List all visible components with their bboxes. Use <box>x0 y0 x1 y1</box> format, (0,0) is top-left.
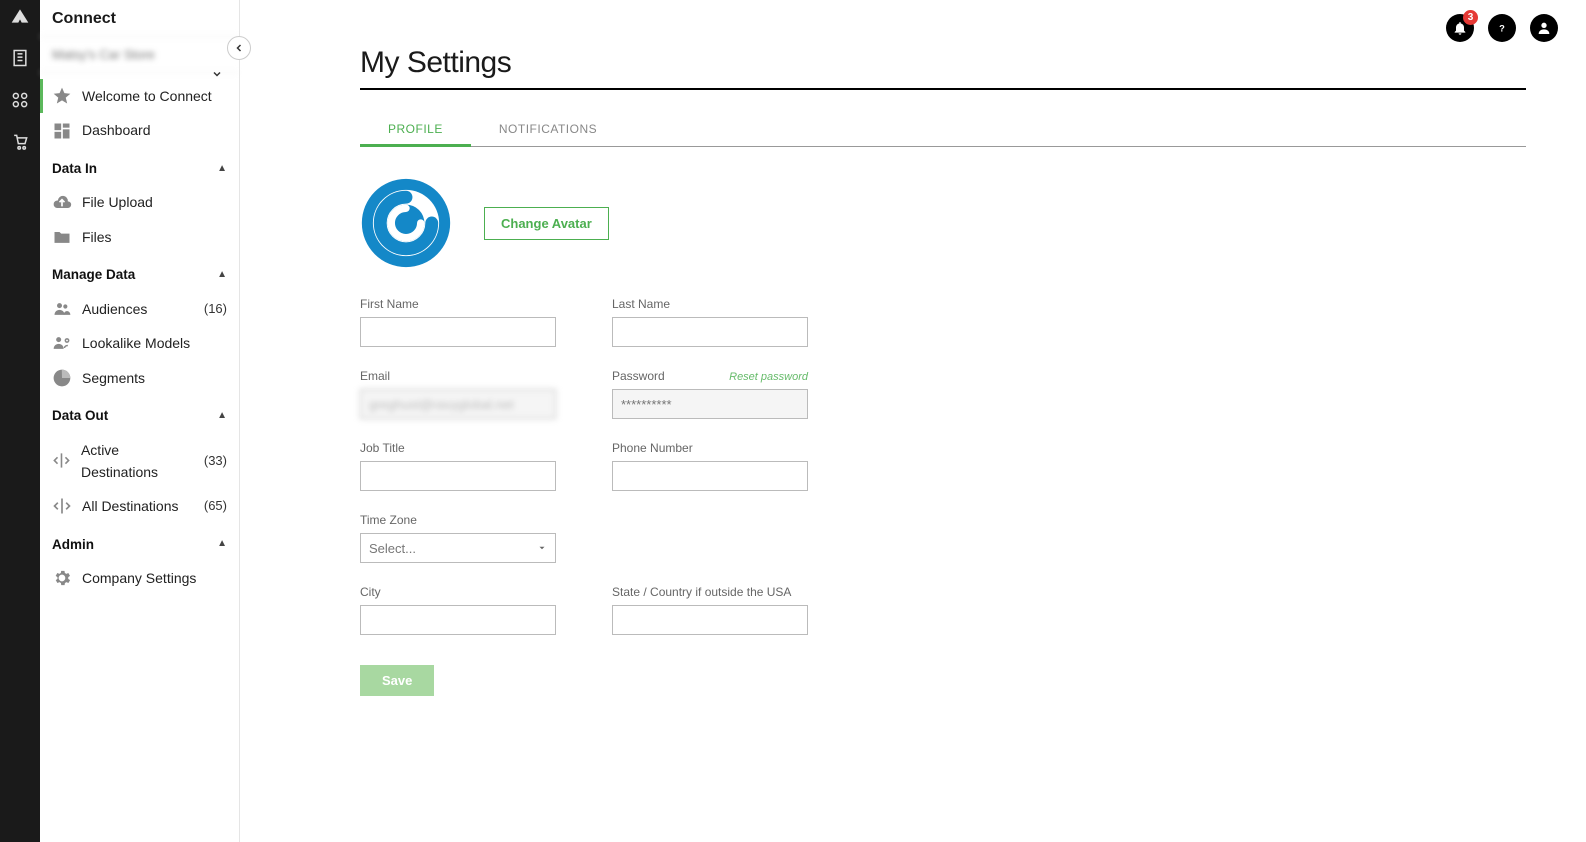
notification-badge: 3 <box>1463 10 1478 25</box>
password-label: Password <box>612 369 665 383</box>
count-badge: (33) <box>204 451 227 472</box>
last-name-input[interactable] <box>612 317 808 347</box>
collapse-sidebar-button[interactable] <box>227 36 251 60</box>
nav-header-data-out[interactable]: Data Out ▲ <box>40 395 239 433</box>
chevron-up-icon: ▲ <box>217 267 227 283</box>
sidebar-item-label: File Upload <box>82 191 153 213</box>
sidebar-item-label: Company Settings <box>82 567 196 589</box>
timezone-select[interactable]: Select... <box>360 533 556 563</box>
change-avatar-button[interactable]: Change Avatar <box>484 207 609 240</box>
svg-text:?: ? <box>1499 23 1505 33</box>
star-icon <box>52 86 72 106</box>
people-icon <box>52 299 72 319</box>
nav-header-manage-data[interactable]: Manage Data ▲ <box>40 254 239 292</box>
sidebar-item-active-destinations[interactable]: Active Destinations (33) <box>40 433 239 490</box>
job-title-label: Job Title <box>360 441 556 455</box>
sidebar-item-files[interactable]: Files <box>40 220 239 254</box>
sidebar-item-file-upload[interactable]: File Upload <box>40 185 239 219</box>
left-rail <box>0 0 40 842</box>
logo-icon[interactable] <box>8 4 32 28</box>
city-input[interactable] <box>360 605 556 635</box>
phone-input[interactable] <box>612 461 808 491</box>
state-input[interactable] <box>612 605 808 635</box>
first-name-input[interactable] <box>360 317 556 347</box>
notifications-button[interactable]: 3 <box>1446 14 1474 42</box>
cloud-upload-icon <box>52 193 72 213</box>
sidebar-item-label: Files <box>82 226 112 248</box>
apps-icon[interactable] <box>8 88 32 112</box>
main: 3 ? My Settings PROFILE NOTIFICATIONS <box>240 0 1586 842</box>
chevron-down-icon <box>211 68 223 80</box>
org-selector[interactable]: Matsy's Car Store <box>40 36 239 73</box>
sidebar-item-audiences[interactable]: Audiences (16) <box>40 292 239 326</box>
city-label: City <box>360 585 556 599</box>
org-name: Matsy's Car Store <box>52 47 155 62</box>
avatar <box>360 177 452 269</box>
destinations-icon <box>52 496 72 516</box>
sidebar-item-all-destinations[interactable]: All Destinations (65) <box>40 489 239 523</box>
profile-form: First Name Last Name Email Password Rese… <box>360 297 1526 635</box>
content: My Settings PROFILE NOTIFICATIONS Change <box>240 56 1586 736</box>
chevron-up-icon: ▲ <box>217 161 227 177</box>
sidebar-item-label: Lookalike Models <box>82 332 190 354</box>
tab-profile[interactable]: PROFILE <box>360 116 471 146</box>
password-input <box>612 389 808 419</box>
sidebar-item-label: Segments <box>82 367 145 389</box>
sidebar-item-label: Welcome to Connect <box>82 85 212 107</box>
sidebar-item-welcome[interactable]: Welcome to Connect <box>40 79 239 113</box>
reset-password-link[interactable]: Reset password <box>729 371 808 383</box>
first-name-label: First Name <box>360 297 556 311</box>
org-icon[interactable] <box>8 46 32 70</box>
gear-icon <box>52 568 72 588</box>
dashboard-icon <box>52 121 72 141</box>
sidebar-item-label: Active Destinations <box>81 439 194 484</box>
pie-icon <box>52 368 72 388</box>
page-title: My Settings <box>360 46 1526 80</box>
count-badge: (16) <box>204 299 227 320</box>
save-button[interactable]: Save <box>360 665 434 696</box>
last-name-label: Last Name <box>612 297 808 311</box>
tab-notifications[interactable]: NOTIFICATIONS <box>471 116 625 146</box>
nav-header-data-in[interactable]: Data In ▲ <box>40 148 239 186</box>
help-button[interactable]: ? <box>1488 14 1516 42</box>
timezone-placeholder: Select... <box>369 541 416 556</box>
chevron-up-icon: ▲ <box>217 536 227 552</box>
sidebar-item-segments[interactable]: Segments <box>40 361 239 395</box>
nav-header-admin[interactable]: Admin ▲ <box>40 524 239 562</box>
phone-label: Phone Number <box>612 441 808 455</box>
sidebar-item-label: Audiences <box>82 298 147 320</box>
destinations-icon <box>52 451 71 471</box>
state-label: State / Country if outside the USA <box>612 585 808 599</box>
chevron-up-icon: ▲ <box>217 408 227 424</box>
nav: Welcome to Connect Dashboard Data In ▲ F… <box>40 73 239 602</box>
folder-icon <box>52 227 72 247</box>
cart-icon[interactable] <box>8 130 32 154</box>
account-button[interactable] <box>1530 14 1558 42</box>
job-title-input[interactable] <box>360 461 556 491</box>
brand-label: Connect <box>40 0 239 36</box>
tabs: PROFILE NOTIFICATIONS <box>360 116 1526 147</box>
sidebar-item-lookalike[interactable]: Lookalike Models <box>40 326 239 360</box>
sidebar-item-label: All Destinations <box>82 495 179 517</box>
sidebar: Connect Matsy's Car Store Welcome to Con… <box>40 0 240 842</box>
count-badge: (65) <box>204 496 227 517</box>
title-rule <box>360 88 1526 90</box>
caret-down-icon <box>537 543 547 553</box>
sidebar-item-label: Dashboard <box>82 119 151 141</box>
sidebar-item-company-settings[interactable]: Company Settings <box>40 561 239 595</box>
lookalike-icon <box>52 333 72 353</box>
email-input <box>360 389 556 419</box>
sidebar-item-dashboard[interactable]: Dashboard <box>40 113 239 147</box>
timezone-label: Time Zone <box>360 513 556 527</box>
email-label: Email <box>360 369 556 383</box>
